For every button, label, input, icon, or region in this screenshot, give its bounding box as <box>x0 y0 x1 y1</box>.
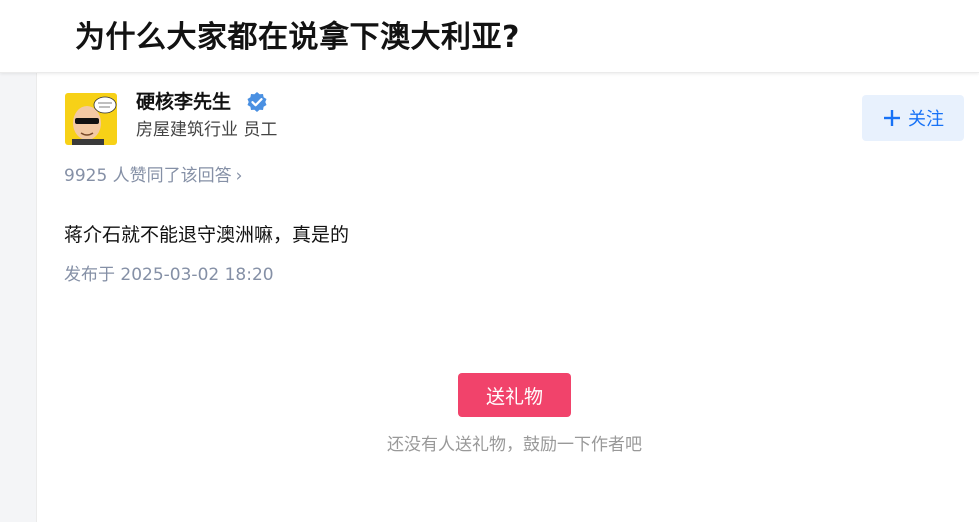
answer-content: 蒋介石就不能退守澳洲嘛，真是的 <box>64 224 350 246</box>
plus-icon <box>884 110 900 126</box>
author-name[interactable]: 硬核李先生 <box>136 89 231 115</box>
avatar-image <box>65 93 117 145</box>
vote-count-link[interactable]: 9925 人赞同了该回答 › <box>64 164 242 188</box>
author-avatar[interactable] <box>65 93 117 145</box>
question-title: 为什么大家都在说拿下澳大利亚? <box>75 20 520 55</box>
follow-label: 关注 <box>908 109 944 130</box>
publish-time[interactable]: 发布于 2025-03-02 18:20 <box>64 263 274 287</box>
vote-count-text: 9925 人赞同了该回答 <box>64 166 232 186</box>
author-headline: 房屋建筑行业 员工 <box>136 120 278 140</box>
answer-card: 硬核李先生 房屋建筑行业 员工 关注 9925 人赞同了该回答 › 蒋介石就不能退… <box>37 73 979 522</box>
follow-button[interactable]: 关注 <box>862 95 964 141</box>
gift-hint: 还没有人送礼物，鼓励一下作者吧 <box>387 435 642 455</box>
send-gift-button[interactable]: 送礼物 <box>458 373 571 417</box>
chevron-right-icon: › <box>235 166 243 186</box>
question-header: 为什么大家都在说拿下澳大利亚? <box>0 0 979 73</box>
verified-badge-icon <box>247 92 267 112</box>
left-sidebar-strip <box>0 73 37 522</box>
